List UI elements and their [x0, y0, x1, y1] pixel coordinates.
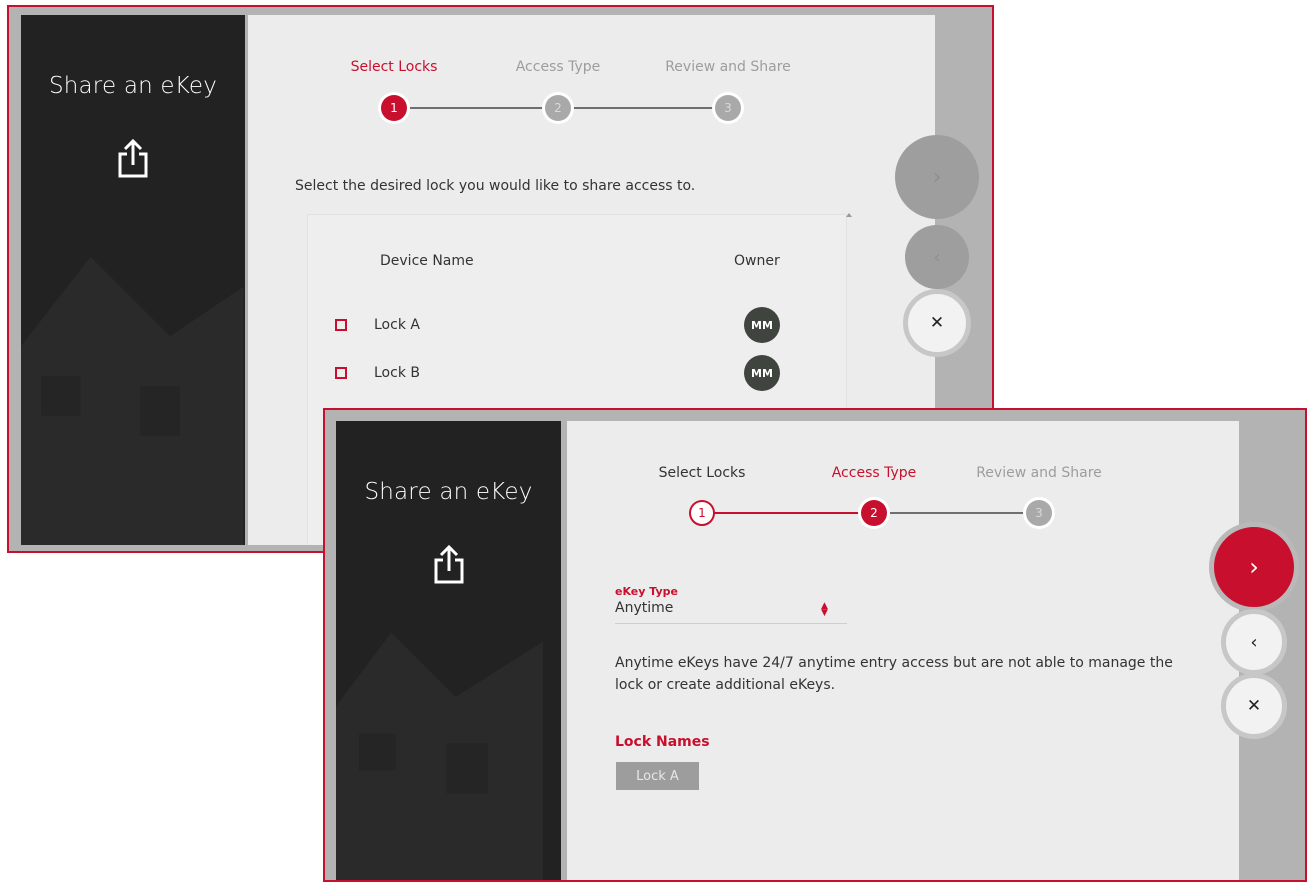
- step-connector: [570, 107, 716, 109]
- step-label-review-share: Review and Share: [976, 465, 1102, 481]
- owner-avatar: MM: [744, 307, 780, 343]
- step-label-access-type: Access Type: [515, 59, 601, 75]
- step-2-circle: 2: [545, 95, 571, 121]
- device-name: Lock B: [374, 365, 420, 381]
- device-name: Lock A: [374, 317, 420, 333]
- column-header-owner: Owner: [734, 253, 780, 269]
- step-3-circle: 3: [1026, 500, 1052, 526]
- lock-name-chip: Lock A: [616, 762, 699, 790]
- checkbox-icon[interactable]: [335, 319, 347, 331]
- close-button[interactable]: ✕: [903, 289, 971, 357]
- page-title: Share an eKey: [48, 73, 218, 99]
- step-connector: [406, 107, 546, 109]
- progress-stepper: Select Locks Access Type Review and Shar…: [248, 15, 935, 145]
- description-line: lock or create additional eKeys.: [615, 677, 836, 693]
- step-label-access-type: Access Type: [831, 465, 917, 481]
- step-connector: [886, 512, 1027, 514]
- ekey-type-label: eKey Type: [615, 585, 678, 598]
- page-title: Share an eKey: [364, 479, 533, 505]
- close-button[interactable]: ✕: [1221, 673, 1287, 739]
- ekey-description: Anytime eKeys have 24/7 anytime entry ac…: [615, 652, 1215, 696]
- share-icon: [432, 544, 466, 589]
- next-button[interactable]: ›: [895, 135, 979, 219]
- step-2-circle: 2: [861, 500, 887, 526]
- main-panel: Select Locks Access Type Review and Shar…: [567, 421, 1239, 880]
- ekey-type-value[interactable]: Anytime: [615, 600, 673, 616]
- house-background: [336, 632, 543, 880]
- back-button[interactable]: ‹: [1221, 609, 1287, 675]
- select-underline: [615, 623, 847, 624]
- sidebar: Share an eKey: [21, 15, 245, 545]
- owner-avatar: MM: [744, 355, 780, 391]
- step-1-circle: 1: [689, 500, 715, 526]
- sort-arrows-icon: ▲ ▼: [821, 601, 828, 618]
- lock-names-title: Lock Names: [615, 734, 710, 750]
- share-icon: [116, 138, 150, 183]
- step-1-circle: 1: [381, 95, 407, 121]
- step-label-select-locks: Select Locks: [658, 465, 746, 481]
- scroll-up-icon[interactable]: [846, 213, 852, 217]
- screen-access-type: Share an eKey Select Locks Access Type R…: [323, 408, 1307, 882]
- column-header-device-name: Device Name: [380, 253, 474, 269]
- house-background: [21, 256, 244, 545]
- step-label-select-locks: Select Locks: [350, 59, 438, 75]
- step-connector: [714, 512, 862, 514]
- next-button[interactable]: ›: [1209, 522, 1299, 612]
- step-label-review-share: Review and Share: [665, 59, 791, 75]
- back-button[interactable]: ‹: [905, 225, 969, 289]
- progress-stepper: Select Locks Access Type Review and Shar…: [567, 421, 1239, 541]
- checkbox-icon[interactable]: [335, 367, 347, 379]
- description-line: Anytime eKeys have 24/7 anytime entry ac…: [615, 655, 1173, 671]
- step-3-circle: 3: [715, 95, 741, 121]
- instruction-text: Select the desired lock you would like t…: [295, 178, 696, 194]
- sidebar: Share an eKey: [336, 421, 561, 880]
